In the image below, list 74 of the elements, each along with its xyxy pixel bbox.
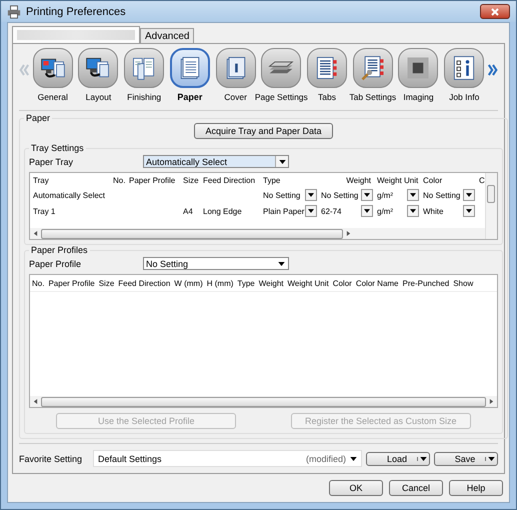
caret-icon <box>278 262 284 266</box>
window-title: Printing Preferences <box>26 6 127 18</box>
column-header: C <box>478 176 485 184</box>
column-header: Type <box>262 176 282 184</box>
caret-icon <box>410 209 416 213</box>
cell-dropdown[interactable]: Plain Paper <box>260 205 318 217</box>
split-button[interactable]: Save <box>434 452 498 466</box>
column-header: Paper Profile <box>47 278 96 288</box>
column-header: W (mm) <box>173 278 204 288</box>
group-title: Tray Settings <box>30 143 85 153</box>
caret-icon <box>364 209 370 213</box>
dialog-button[interactable]: OK <box>329 480 383 496</box>
column-header: No. <box>31 278 46 288</box>
cell-dropdown[interactable]: 62-74 <box>318 205 374 217</box>
table-cell-text: A4 <box>182 206 194 216</box>
caret-icon <box>410 193 416 197</box>
column-header: Weight <box>258 278 284 288</box>
group-title: Paper <box>25 113 52 123</box>
caret-icon <box>488 456 495 460</box>
paper-tray-dropdown[interactable]: Automatically Select <box>143 155 289 168</box>
caret-icon <box>350 456 357 460</box>
table-cell-text: Automatically Select <box>32 190 106 200</box>
cell-dropdown[interactable]: No Setting <box>260 189 318 201</box>
favorite-setting-field[interactable]: Default Settings (modified) <box>93 450 362 467</box>
column-header: Color <box>422 176 444 184</box>
caret-icon <box>364 193 370 197</box>
cell-dropdown[interactable]: g/m² <box>374 189 420 201</box>
caret-icon <box>420 456 427 460</box>
double-chevron-right-icon[interactable] <box>488 63 498 77</box>
column-header: Show <box>452 278 474 288</box>
horizontal-scrollbar[interactable] <box>30 228 485 239</box>
column-header: Type <box>236 278 256 288</box>
tab[interactable]: Advanced <box>140 28 194 43</box>
cell-dropdown[interactable]: No Setting <box>420 189 476 201</box>
column-header: Size <box>182 176 200 184</box>
modified-label: (modified) <box>306 454 346 464</box>
dialog-button[interactable]: Cancel <box>389 480 443 496</box>
group-title: Paper Profiles <box>30 245 89 255</box>
printer-icon <box>7 4 21 18</box>
split-button[interactable]: Load <box>366 452 430 466</box>
column-header: Feed Direction <box>202 176 256 184</box>
column-header: Color Name <box>354 278 400 288</box>
column-header: H (mm) <box>206 278 234 288</box>
column-header: Weight <box>345 176 372 184</box>
field-label: Favorite Setting <box>19 454 84 464</box>
column-header: Size <box>98 278 116 288</box>
caret-icon <box>466 193 472 197</box>
column-header: Feed Direction <box>117 278 172 288</box>
cell-dropdown[interactable]: No Setting <box>318 189 374 201</box>
acquire-button[interactable]: Acquire Tray and Paper Data <box>194 123 333 139</box>
dialog-button[interactable]: Help <box>449 480 503 496</box>
paper-profile-dropdown[interactable]: No Setting <box>143 257 289 270</box>
caret-icon <box>308 209 314 213</box>
column-header: Paper Profile <box>128 176 176 184</box>
field-label: Paper Profile <box>29 258 82 268</box>
tab[interactable] <box>12 26 140 43</box>
caret-icon <box>466 209 472 213</box>
caret-icon <box>308 193 314 197</box>
table-cell-text: Tray 1 <box>32 206 56 216</box>
column-header: Pre-Punched <box>402 278 450 288</box>
column-header: No. <box>112 176 126 184</box>
column-header: Weight Unit <box>286 278 330 288</box>
table-cell-text: Long Edge <box>202 206 243 216</box>
cell-dropdown[interactable]: White <box>420 205 476 217</box>
cell-dropdown[interactable]: g/m² <box>374 205 420 217</box>
close-icon <box>490 6 500 16</box>
column-header: Color <box>332 278 353 288</box>
vertical-scrollbar[interactable] <box>485 173 497 239</box>
field-label: Paper Tray <box>29 156 74 166</box>
caret-icon <box>278 160 286 164</box>
column-header: Tray <box>32 176 50 184</box>
close-button[interactable] <box>480 4 510 19</box>
horizontal-scrollbar[interactable] <box>30 396 497 407</box>
column-header: Weight Unit <box>376 176 420 184</box>
